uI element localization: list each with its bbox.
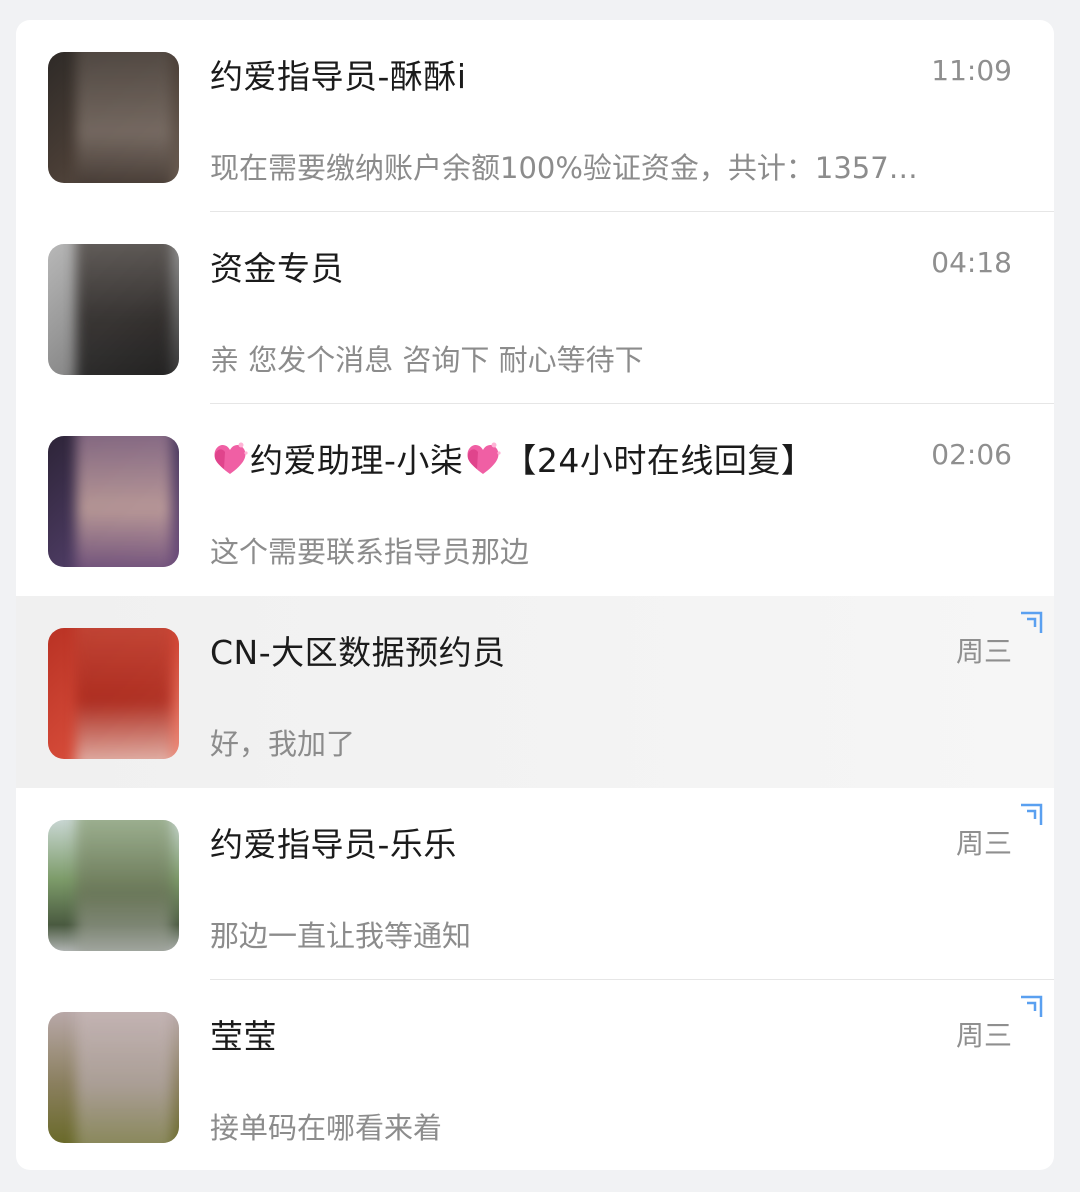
message-time: 11:09 xyxy=(931,54,1012,87)
corner-bracket-icon xyxy=(1021,611,1043,633)
conversation-row[interactable]: 约爱助理-小柒 【24小时在线回复】 02:06 这个需要联系指导员那边 xyxy=(16,404,1054,596)
contact-name: 约爱助理-小柒 【24小时在线回复】 xyxy=(210,434,814,482)
contact-name: CN-大区数据预约员 xyxy=(210,633,506,672)
message-preview: 现在需要缴纳账户余额100%验证资金，共计：1357… xyxy=(210,151,918,185)
conversation-row[interactable]: CN-大区数据预约员 周三 好，我加了 xyxy=(16,596,1054,788)
avatar[interactable] xyxy=(48,244,179,375)
corner-bracket-icon xyxy=(1021,995,1043,1017)
message-preview: 这个需要联系指导员那边 xyxy=(210,535,530,569)
message-preview: 那边一直让我等通知 xyxy=(210,919,472,953)
message-time: 周三 xyxy=(955,827,1012,860)
avatar[interactable] xyxy=(48,436,179,567)
conversation-row[interactable]: 约爱指导员-酥酥i 11:09 现在需要缴纳账户余额100%验证资金，共计：13… xyxy=(16,20,1054,212)
contact-name-text: 约爱助理-小柒 xyxy=(250,441,464,480)
avatar[interactable] xyxy=(48,1012,179,1143)
message-time: 02:06 xyxy=(931,438,1012,471)
avatar[interactable] xyxy=(48,628,179,759)
message-preview: 亲 您发个消息 咨询下 耐心等待下 xyxy=(210,343,644,377)
message-time: 周三 xyxy=(955,635,1012,668)
message-time: 04:18 xyxy=(931,246,1012,279)
contact-name: 资金专员 xyxy=(210,249,344,288)
avatar[interactable] xyxy=(48,820,179,951)
contact-name-suffix: 【24小时在线回复】 xyxy=(503,441,815,480)
conversation-list: 约爱指导员-酥酥i 11:09 现在需要缴纳账户余额100%验证资金，共计：13… xyxy=(16,20,1054,1170)
corner-bracket-icon xyxy=(1021,803,1043,825)
contact-name: 约爱指导员-酥酥i xyxy=(210,57,467,96)
conversation-row[interactable]: 约爱指导员-乐乐 周三 那边一直让我等通知 xyxy=(16,788,1054,980)
conversation-row[interactable]: 资金专员 04:18 亲 您发个消息 咨询下 耐心等待下 xyxy=(16,212,1054,404)
message-preview: 好，我加了 xyxy=(210,727,356,761)
sparkling-heart-icon xyxy=(463,439,503,477)
conversation-row[interactable]: 莹莹 周三 接单码在哪看来着 xyxy=(16,980,1054,1170)
message-preview: 接单码在哪看来着 xyxy=(210,1111,443,1145)
contact-name: 约爱指导员-乐乐 xyxy=(210,825,457,864)
avatar[interactable] xyxy=(48,52,179,183)
message-time: 周三 xyxy=(955,1019,1012,1052)
sparkling-heart-icon xyxy=(210,439,250,477)
contact-name: 莹莹 xyxy=(210,1017,277,1056)
